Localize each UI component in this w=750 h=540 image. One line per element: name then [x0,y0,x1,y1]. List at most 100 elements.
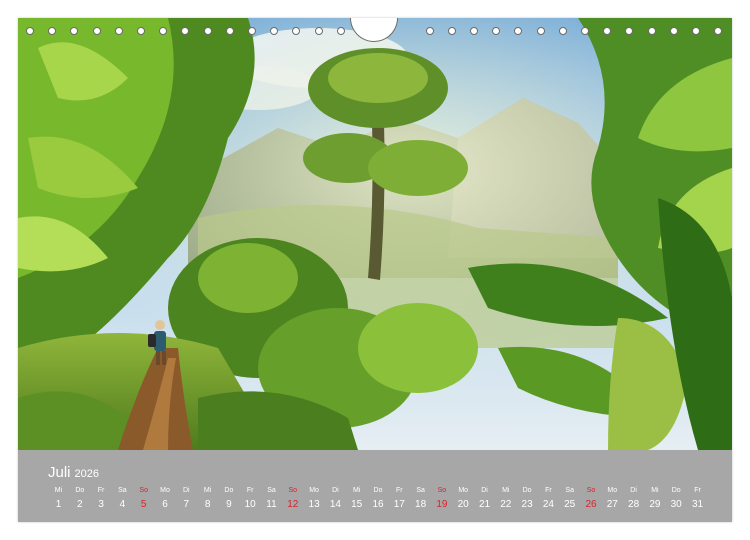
day-cell: Mi 29 [644,486,665,512]
day-cell: Sa 11 [261,486,282,512]
weekday-label: Mi [651,487,659,494]
binding-hole [26,27,34,35]
day-cell: Do 9 [218,486,239,512]
day-number: 20 [457,499,469,510]
day-cell: Mo 6 [155,486,176,512]
day-cell: Fr 17 [389,486,410,512]
day-number: 15 [351,499,363,510]
day-cell: Mi 1 [48,486,69,512]
weekday-label: So [437,487,447,494]
weekday-label: Di [630,487,637,494]
day-number: 17 [393,499,405,510]
day-number: 9 [226,499,232,510]
binding-hole [714,27,723,35]
calendar-page: Juli 2026 Mi 1 Do 2 Fr 3 Sa 4 So 5 Mo 6 Di 7 Mi 8 Do 9 Fr 10… [18,18,732,522]
weekday-label: Sa [565,487,574,494]
binding-hole [447,27,456,35]
weekday-label: Mi [54,487,63,494]
day-cell: Do 30 [666,486,687,512]
day-cell: Mo 27 [602,486,623,512]
weekday-label: Mi [352,487,361,494]
day-cell: So 12 [282,486,303,512]
weekday-label: Mo [458,487,469,494]
day-number: 10 [244,499,256,510]
day-cell: Do 2 [69,486,90,512]
day-cell: Sa 25 [559,486,580,512]
weekday-label: Fr [694,487,701,494]
day-number: 8 [204,499,211,510]
binding-hole [114,27,123,35]
binding-hole [536,27,545,35]
day-number: 3 [98,499,104,510]
binding-hole [647,27,656,35]
day-cell: Sa 4 [112,486,133,512]
weekday-label: Mo [309,487,319,494]
weekday-label: So [288,487,298,494]
day-cell: Fr 31 [687,486,708,512]
day-number: 4 [119,499,126,510]
binding-hole [314,27,323,35]
binding-hole [225,27,234,35]
day-number: 18 [415,499,427,510]
binding-hole [470,27,478,35]
weekday-label: Di [182,487,190,494]
binding-hole [248,27,256,35]
month-title: Juli 2026 [48,464,99,481]
weekday-label: Di [332,487,339,494]
binding-hole [203,27,212,35]
day-cell: Mi 15 [346,486,367,512]
day-cell: So 5 [133,486,154,512]
day-number: 5 [140,499,147,510]
weekday-label: Do [224,487,234,494]
weekday-label: Fr [246,487,254,494]
day-number: 23 [521,499,533,510]
binding-hole [70,27,79,35]
weekday-label: So [586,487,596,494]
day-number: 7 [183,499,190,510]
day-number: 25 [564,499,576,510]
day-number: 13 [308,499,320,510]
binding-hole [48,27,57,35]
jungle-trail-photo [18,18,732,450]
day-cell: Di 7 [176,486,197,512]
weekday-label: Fr [545,487,552,494]
weekday-label: Do [522,487,532,494]
day-number: 11 [266,499,277,510]
day-cell: Sa 18 [410,486,431,512]
calendar-strip: Juli 2026 Mi 1 Do 2 Fr 3 Sa 4 So 5 Mo 6 Di 7 Mi 8 Do 9 Fr 10… [18,450,732,522]
year-label: 2026 [74,468,99,480]
binding-hole [625,27,634,35]
weekday-label: Mi [502,487,510,494]
day-row: Mi 1 Do 2 Fr 3 Sa 4 So 5 Mo 6 Di 7 Mi 8 Do 9 Fr 10 Sa 11 So 12 M… [48,486,708,516]
day-cell: Fr 3 [91,486,112,512]
binding-hole [692,27,700,35]
day-number: 14 [329,499,341,510]
binding-hole [514,27,523,35]
day-number: 6 [162,499,168,510]
binding-hole [159,27,168,35]
binding-hole [92,27,101,35]
binding-hole [558,27,567,35]
weekday-label: Do [75,487,85,494]
day-cell: Mo 20 [453,486,474,512]
binding-hole [492,27,501,35]
day-number: 21 [478,499,491,510]
day-cell: So 19 [431,486,452,512]
month-name: Juli [48,464,71,481]
day-number: 2 [77,499,83,510]
binding-hole [270,27,279,35]
day-cell: Di 28 [623,486,644,512]
day-number: 29 [649,499,661,510]
day-number: 27 [606,499,618,510]
weekday-label: Mo [607,487,618,494]
binding-hole [603,27,612,35]
weekday-label: Mi [203,487,212,494]
day-number: 1 [55,499,62,510]
day-cell: Do 23 [517,486,538,512]
weekday-label: Di [481,487,488,494]
day-number: 19 [436,499,448,510]
day-number: 30 [670,499,682,510]
weekday-label: Do [373,487,383,494]
day-number: 12 [287,499,299,510]
day-cell: Mi 22 [495,486,516,512]
